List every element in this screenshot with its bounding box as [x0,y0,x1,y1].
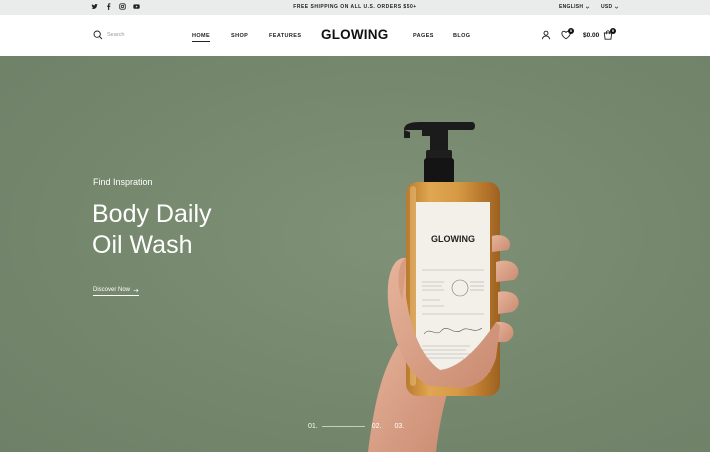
hero-eyebrow: Find Inspration [93,177,153,187]
slide-3-indicator[interactable]: 03. [394,423,404,430]
cart-badge: 0 [610,28,616,34]
user-icon[interactable] [541,30,551,40]
nav-blog[interactable]: BLOG [453,33,471,39]
active-slide-line [321,426,365,427]
product-hand-image: GLOWING [368,122,519,452]
nav-shop[interactable]: SHOP [231,33,248,39]
hero-title-line-2: Oil Wash [92,231,193,259]
wishlist-badge: 0 [568,28,574,34]
chevron-down-icon [615,6,619,9]
language-label: ENGLISH [559,4,584,10]
chevron-down-icon [586,6,590,9]
hero-slider: GLOWING Find Inspration Body Daily Oil W… [0,56,710,452]
slide-1-indicator[interactable]: 01. [308,423,318,430]
nav-home[interactable]: HOME [192,33,211,42]
cart-total[interactable]: $0.00 [583,32,599,39]
search-input[interactable] [107,32,167,38]
hero-title: Body Daily Oil Wash [92,199,212,261]
nav-features[interactable]: FEATURES [269,33,301,39]
site-header: HOME SHOP FEATURES GLOWING PAGES BLOG 0 … [0,15,710,56]
slide-2-indicator[interactable]: 02. [372,423,382,430]
hero-title-line-1: Body Daily [92,200,212,228]
announcement-bar: FREE SHIPPING ON ALL U.S. ORDERS $50+ EN… [0,0,710,15]
language-select[interactable]: ENGLISH [559,4,590,10]
discover-now-link[interactable]: Discover Now [93,287,140,296]
search-box[interactable] [93,30,167,40]
arrow-right-icon [133,288,139,292]
product-brand-text: GLOWING [431,234,475,244]
currency-select[interactable]: USD [601,4,619,10]
search-icon[interactable] [93,30,103,40]
nav-pages[interactable]: PAGES [413,33,434,39]
currency-label: USD [601,4,613,10]
slider-pagination: 01. 02. 03. [308,423,404,430]
site-logo[interactable]: GLOWING [321,27,388,42]
discover-now-label: Discover Now [93,287,131,293]
